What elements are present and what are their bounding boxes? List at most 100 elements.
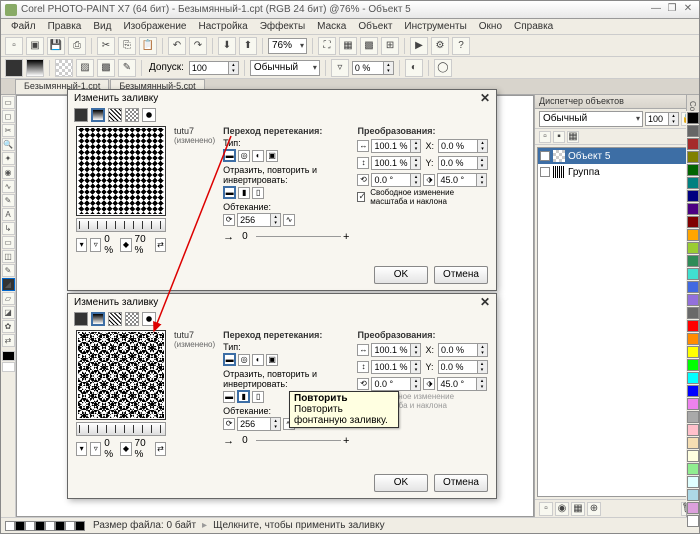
fill-texture-icon[interactable]: ▩: [97, 59, 115, 77]
shadow-tool-icon[interactable]: ◪: [2, 306, 15, 319]
imagespray-tool-icon[interactable]: ✿: [2, 320, 15, 333]
new-object-icon[interactable]: ▫: [539, 502, 553, 516]
filltype-pattern-icon[interactable]: [108, 108, 122, 122]
list-item[interactable]: Объект 5: [538, 148, 696, 164]
swatch[interactable]: [687, 450, 699, 462]
swatch[interactable]: [687, 372, 699, 384]
height-spinner[interactable]: ▴▾: [371, 360, 421, 374]
print-icon[interactable]: ⎙: [68, 37, 86, 55]
panel-btn1-icon[interactable]: ▫: [539, 131, 551, 143]
panel-btn3-icon[interactable]: ▦: [567, 131, 579, 143]
mirror-repeat-icon[interactable]: ▮: [237, 390, 250, 403]
undo-icon[interactable]: ↶: [168, 37, 186, 55]
menu-adjust[interactable]: Настройка: [192, 21, 253, 32]
apply-icon[interactable]: ◯: [434, 59, 452, 77]
minimize-button[interactable]: —: [649, 3, 663, 17]
fill-fountain-icon[interactable]: [26, 59, 44, 77]
fill-uniform-icon[interactable]: [5, 59, 23, 77]
menu-window[interactable]: Окно: [473, 21, 508, 32]
filltype-pattern-icon[interactable]: [108, 312, 122, 326]
reverse-icon[interactable]: ⇄: [155, 442, 166, 456]
type-radial-icon[interactable]: ◎: [238, 354, 250, 366]
type-linear-icon[interactable]: ▬: [223, 353, 236, 366]
height-spinner[interactable]: ▴▾: [371, 156, 421, 170]
mirror-none-icon[interactable]: ▬: [223, 186, 236, 199]
antialias-icon[interactable]: ◐: [405, 59, 423, 77]
rulers-icon[interactable]: ▦: [339, 37, 357, 55]
objects-list[interactable]: Объект 5 Группа: [537, 147, 697, 497]
y-spinner[interactable]: ▴▾: [438, 360, 488, 374]
tolerance-spinner[interactable]: ▴▾: [189, 61, 239, 75]
blend-mode-combo[interactable]: Обычный: [250, 60, 320, 76]
swatch[interactable]: [687, 463, 699, 475]
rectangle-tool-icon[interactable]: ▭: [2, 236, 15, 249]
swatch[interactable]: [687, 489, 699, 501]
effect-tool-icon[interactable]: ✎: [2, 194, 15, 207]
node-transp-icon[interactable]: ▿: [90, 238, 101, 252]
zoom-combo[interactable]: 76%: [268, 38, 307, 54]
new-lens-icon[interactable]: ◉: [555, 502, 569, 516]
cancel-button[interactable]: Отмена: [434, 266, 488, 284]
type-square-icon[interactable]: ▣: [266, 150, 278, 162]
dialog-close-icon[interactable]: ✕: [480, 295, 490, 309]
visibility-icon[interactable]: [540, 167, 550, 177]
type-linear-icon[interactable]: ▬: [223, 149, 236, 162]
visibility-icon[interactable]: [540, 151, 550, 161]
swatch[interactable]: [687, 359, 699, 371]
group-icon[interactable]: ▦: [571, 502, 585, 516]
swatch[interactable]: [687, 177, 699, 189]
x-spinner[interactable]: ▴▾: [438, 343, 488, 357]
swatch[interactable]: [687, 281, 699, 293]
open-icon[interactable]: ▣: [26, 37, 44, 55]
liquid-tool-icon[interactable]: ∿: [2, 180, 15, 193]
panel-blend-combo[interactable]: Обычный: [539, 111, 643, 127]
wrap-spinner[interactable]: ▴▾: [237, 213, 281, 227]
menu-file[interactable]: Файл: [5, 21, 42, 32]
text-tool-icon[interactable]: A: [2, 208, 15, 221]
node-pos-icon[interactable]: ◆: [120, 442, 131, 456]
swatch[interactable]: [687, 229, 699, 241]
copy-icon[interactable]: ⎘: [118, 37, 136, 55]
menu-image[interactable]: Изображение: [117, 21, 192, 32]
panel-opacity-spinner[interactable]: ▴▾: [645, 112, 679, 126]
transparency-tool-icon[interactable]: ▱: [2, 292, 15, 305]
swatch[interactable]: [687, 164, 699, 176]
swatch[interactable]: [687, 203, 699, 215]
node-color-icon[interactable]: ▾: [76, 442, 87, 456]
help-icon[interactable]: ?: [452, 37, 470, 55]
filltype-fountain-icon[interactable]: [91, 312, 105, 326]
swatch[interactable]: [687, 307, 699, 319]
swatch[interactable]: [687, 112, 699, 124]
zoom-tool-icon[interactable]: 🔍: [2, 138, 15, 151]
launch-icon[interactable]: ▶: [410, 37, 428, 55]
width-spinner[interactable]: ▴▾: [371, 139, 421, 153]
options-icon[interactable]: ⚙: [431, 37, 449, 55]
filltype-uniform-icon[interactable]: [74, 312, 88, 326]
swatch[interactable]: [687, 125, 699, 137]
list-item[interactable]: Группа: [538, 164, 696, 180]
swatch[interactable]: [687, 242, 699, 254]
menu-mask[interactable]: Маска: [311, 21, 352, 32]
guides-icon[interactable]: ⊞: [381, 37, 399, 55]
swatch[interactable]: [687, 502, 699, 514]
filltype-texture-icon[interactable]: [142, 312, 156, 326]
gradient-ruler[interactable]: [76, 218, 166, 232]
menu-view[interactable]: Вид: [87, 21, 117, 32]
new-icon[interactable]: ▫: [5, 37, 23, 55]
width-spinner[interactable]: ▴▾: [371, 343, 421, 357]
panel-btn2-icon[interactable]: ▪: [553, 131, 565, 143]
swatch[interactable]: [687, 138, 699, 150]
fill-bitmap-icon[interactable]: ▨: [76, 59, 94, 77]
grid-icon[interactable]: ▩: [360, 37, 378, 55]
mirror-repeat-icon[interactable]: ▮: [238, 187, 250, 199]
fullscreen-icon[interactable]: ⛶: [318, 37, 336, 55]
wrap-icon[interactable]: ⟳: [223, 418, 235, 430]
swatch[interactable]: [687, 437, 699, 449]
filltype-uniform-icon[interactable]: [74, 108, 88, 122]
type-square-icon[interactable]: ▣: [266, 354, 278, 366]
rotate-spinner[interactable]: ▴▾: [371, 377, 421, 391]
mask-tool-icon[interactable]: ◻: [2, 110, 15, 123]
export-icon[interactable]: ⬆: [239, 37, 257, 55]
type-radial-icon[interactable]: ◎: [238, 150, 250, 162]
redo-icon[interactable]: ↷: [189, 37, 207, 55]
